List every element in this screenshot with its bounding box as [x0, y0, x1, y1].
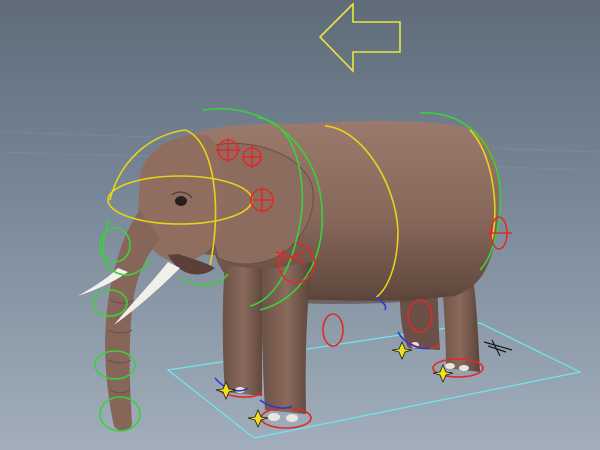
viewport-3d[interactable]	[0, 0, 600, 450]
elephant-body[interactable]	[138, 120, 500, 304]
locator-marker	[483, 339, 513, 357]
direction-arrow-control[interactable]	[318, 2, 401, 73]
scene-canvas[interactable]	[0, 0, 600, 450]
eye	[175, 196, 187, 206]
